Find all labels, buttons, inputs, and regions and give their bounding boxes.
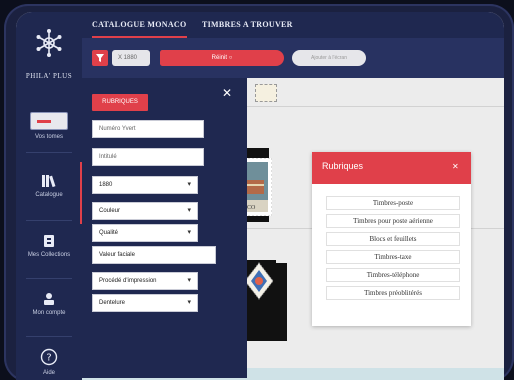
books-icon bbox=[42, 175, 56, 188]
rubriques-button[interactable]: RUBRIQUES bbox=[92, 94, 148, 111]
svg-text:?: ? bbox=[46, 353, 51, 364]
rubrique-item[interactable]: Timbres-poste bbox=[326, 196, 460, 210]
rubrique-item[interactable]: Timbres pour poste aérienne bbox=[326, 214, 460, 228]
rubrique-item[interactable]: Timbres préoblitérés bbox=[326, 286, 460, 300]
sidebar-item-label: Vos tomes bbox=[34, 134, 63, 140]
dark-image-block bbox=[247, 316, 285, 336]
tab-catalogue-monaco[interactable]: CATALOGUE MONACO bbox=[92, 12, 187, 38]
sidebar-item-label: Aide bbox=[42, 370, 55, 376]
tablet-frame: PHILA' PLUS Vos tomes Catalogue Mes Coll… bbox=[4, 4, 514, 380]
tab-timbres-a-trouver[interactable]: TIMBRES A TROUVER bbox=[202, 12, 293, 38]
active-filter-year[interactable]: X 1880 bbox=[112, 50, 150, 66]
sidebar-item-mes-collections[interactable]: Mes Collections bbox=[16, 234, 82, 258]
sidebar-item-catalogue[interactable]: Catalogue bbox=[16, 174, 82, 198]
reset-label: Réinit bbox=[211, 55, 228, 61]
snowflake-logo-icon bbox=[36, 29, 62, 57]
add-to-collection-button[interactable]: Ajouter à l'écran bbox=[292, 50, 366, 66]
year-select[interactable]: 1880 bbox=[92, 176, 198, 194]
filter-button[interactable] bbox=[92, 50, 108, 66]
sidebar-item-label: Catalogue bbox=[35, 192, 63, 198]
help-icon: ? bbox=[40, 348, 58, 366]
reset-button[interactable]: Réinit ○ bbox=[160, 50, 284, 66]
close-icon[interactable]: ✕ bbox=[452, 162, 459, 171]
sidebar: PHILA' PLUS Vos tomes Catalogue Mes Coll… bbox=[16, 12, 83, 380]
divider bbox=[26, 220, 72, 221]
sidebar-item-mon-compte[interactable]: Mon compte bbox=[16, 292, 82, 316]
divider bbox=[26, 278, 72, 279]
app-screen: PHILA' PLUS Vos tomes Catalogue Mes Coll… bbox=[16, 12, 504, 380]
dentelure-select[interactable]: Dentelure bbox=[92, 294, 198, 312]
user-icon bbox=[44, 293, 54, 305]
valeur-faciale-input[interactable]: Valeur faciale bbox=[92, 246, 216, 264]
sidebar-item-label: Mes Collections bbox=[27, 252, 71, 258]
sidebar-item-vos-tomes[interactable]: Vos tomes bbox=[16, 112, 82, 140]
numero-yvert-input[interactable]: Numéro Yvert bbox=[92, 120, 204, 138]
sidebar-item-label: Mon compte bbox=[32, 310, 66, 316]
procede-impression-select[interactable]: Procédé d'impression bbox=[92, 272, 198, 290]
search-panel: RUBRIQUES ✕ Numéro Yvert Intitulé 1880 C… bbox=[82, 78, 247, 380]
funnel-icon bbox=[96, 54, 104, 62]
rubrique-item[interactable]: Timbres-taxe bbox=[326, 250, 460, 264]
close-icon[interactable]: ✕ bbox=[222, 86, 232, 100]
brand-name: PHILA' PLUS bbox=[25, 72, 73, 80]
intitule-input[interactable]: Intitulé bbox=[92, 148, 204, 166]
rubrique-item[interactable]: Blocs et feuillets bbox=[326, 232, 460, 246]
tome-thumbnail-icon bbox=[30, 112, 68, 130]
stamp-thumbnail[interactable] bbox=[255, 84, 277, 102]
top-navigation: CATALOGUE MONACO TIMBRES A TROUVER bbox=[82, 12, 504, 38]
modal-header: Rubriques ✕ bbox=[312, 152, 471, 184]
divider bbox=[26, 152, 72, 153]
modal-title: Rubriques bbox=[322, 161, 364, 171]
refresh-icon: ○ bbox=[228, 55, 233, 61]
qualite-select[interactable]: Qualité bbox=[92, 224, 198, 242]
next-row-strip bbox=[247, 368, 504, 380]
sidebar-item-aide[interactable]: ? Aide bbox=[16, 348, 82, 376]
row-divider bbox=[247, 106, 504, 107]
filter-bar: X 1880 Réinit ○ Ajouter à l'écran bbox=[82, 38, 504, 78]
album-icon bbox=[44, 235, 54, 247]
divider bbox=[26, 336, 72, 337]
rubriques-modal: Rubriques ✕ Timbres-poste Timbres pour p… bbox=[312, 152, 471, 326]
rubrique-item[interactable]: Timbres-téléphone bbox=[326, 268, 460, 282]
couleur-select[interactable]: Couleur bbox=[92, 202, 198, 220]
stamp-thumbnail-diamond[interactable] bbox=[242, 260, 276, 302]
